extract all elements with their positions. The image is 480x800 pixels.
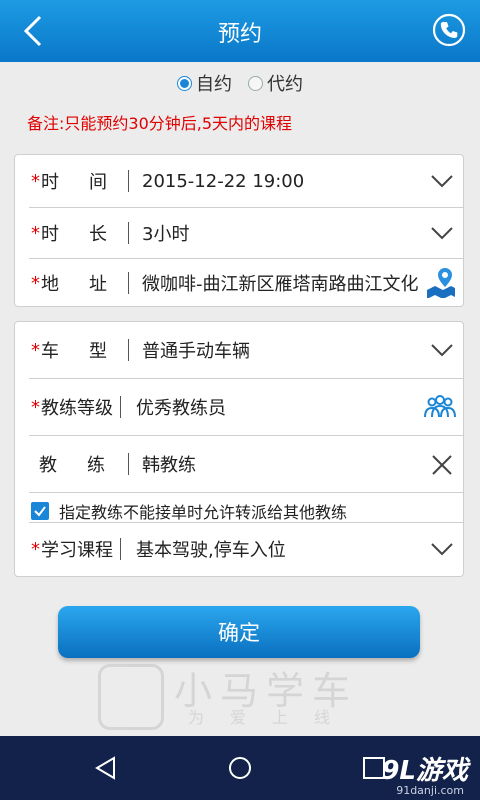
radio-self-booking[interactable]: 自约: [177, 70, 232, 96]
checkbox-checked-icon[interactable]: [31, 502, 49, 520]
course-value: 基本驾驶,停车入位: [136, 540, 286, 561]
required-mark: *: [31, 170, 40, 192]
transfer-checkbox-label: 指定教练不能接单时允许转派给其他教练: [59, 503, 348, 522]
site-brand: 9L游戏 91danji.com: [381, 750, 468, 797]
address-value: 微咖啡-曲江新区雁塔南路曲江文化: [142, 274, 419, 295]
car-type-value: 普通手动车辆: [142, 341, 250, 362]
confirm-button[interactable]: 确定: [58, 606, 420, 658]
field-separator: [128, 170, 129, 192]
brand-domain: 91danji.com: [396, 784, 464, 797]
coaches-icon[interactable]: [423, 395, 457, 419]
booking-note: 备注:只能预约30分钟后,5天内的课程: [27, 114, 293, 133]
chevron-down-icon[interactable]: [431, 343, 453, 357]
transfer-checkbox-row[interactable]: 指定教练不能接单时允许转派给其他教练: [31, 499, 347, 523]
field-separator: [128, 339, 129, 361]
app-header: 预约: [0, 0, 480, 62]
address-label: * 地 址: [31, 270, 107, 296]
time-row[interactable]: * 时 间 2015-12-22 19:00: [15, 155, 463, 207]
radio-proxy-booking[interactable]: 代约: [248, 70, 303, 96]
watermark-subtitle: 为爱上线: [188, 708, 357, 727]
nav-back-icon[interactable]: [92, 754, 120, 782]
field-separator: [128, 453, 129, 475]
radio-self-label: 自约: [196, 74, 232, 95]
label-char: 教: [39, 455, 57, 476]
radio-selected-icon: [177, 75, 192, 91]
coach-value: 韩教练: [142, 455, 196, 476]
duration-value: 3小时: [142, 224, 190, 245]
coach-row[interactable]: 教 练 韩教练: [15, 436, 463, 492]
coach-level-value: 优秀教练员: [136, 398, 226, 419]
coach-label: 教 练: [39, 451, 105, 477]
checkmark-icon: [34, 506, 46, 517]
label-char: 长: [89, 224, 107, 245]
required-mark: *: [31, 538, 40, 560]
radio-proxy-label: 代约: [267, 74, 303, 95]
required-mark: *: [31, 339, 40, 361]
chevron-down-icon[interactable]: [431, 226, 453, 240]
divider: [29, 492, 463, 493]
booking-type-group: 自约 代约: [0, 70, 480, 96]
label-char: 车: [41, 341, 59, 362]
duration-label: * 时 长: [31, 220, 107, 246]
label-char: 练: [87, 455, 105, 476]
radio-unselected-icon: [248, 75, 263, 91]
booking-details-card: * 时 间 2015-12-22 19:00 * 时 长 3小时 * 地 址 微…: [14, 154, 464, 307]
course-label: * 学习课程: [31, 536, 113, 562]
map-pin-icon[interactable]: [425, 268, 457, 298]
label-char: 址: [89, 274, 107, 295]
brand-name: 9L游戏: [381, 756, 468, 786]
field-separator: [128, 222, 129, 244]
label-char: 时: [41, 224, 59, 245]
field-separator: [120, 396, 121, 418]
coach-course-card: * 车 型 普通手动车辆 * 教练等级 优秀教练员 教 练 韩教练 指定教练不能…: [14, 321, 464, 577]
page-title: 预约: [217, 22, 262, 47]
time-label: * 时 间: [31, 168, 107, 194]
car-logo-icon: [98, 664, 164, 730]
nav-home-icon[interactable]: [226, 754, 254, 782]
address-row[interactable]: * 地 址 微咖啡-曲江新区雁塔南路曲江文化: [15, 259, 463, 307]
label-text: 学习课程: [41, 540, 113, 561]
field-separator: [120, 538, 121, 560]
required-mark: *: [31, 222, 40, 244]
time-value: 2015-12-22 19:00: [142, 170, 305, 192]
coach-level-label: * 教练等级: [31, 394, 113, 420]
app-watermark: 小马学车 为爱上线: [98, 658, 398, 734]
phone-button[interactable]: [432, 13, 466, 47]
course-row[interactable]: * 学习课程 基本驾驶,停车入位: [15, 523, 463, 575]
chevron-down-icon[interactable]: [431, 542, 453, 556]
phone-icon: [432, 13, 466, 47]
label-char: 地: [41, 274, 59, 295]
field-separator: [128, 272, 129, 294]
required-mark: *: [31, 272, 40, 294]
label-char: 时: [41, 172, 59, 193]
duration-row[interactable]: * 时 长 3小时: [15, 208, 463, 258]
car-type-label: * 车 型: [31, 337, 107, 363]
required-mark: *: [31, 396, 40, 418]
coach-level-row[interactable]: * 教练等级 优秀教练员: [15, 379, 463, 435]
close-icon[interactable]: [431, 454, 453, 476]
label-char: 型: [89, 341, 107, 362]
label-char: 间: [89, 172, 107, 193]
car-type-row[interactable]: * 车 型 普通手动车辆: [15, 322, 463, 378]
label-text: 教练等级: [41, 398, 113, 419]
chevron-down-icon[interactable]: [431, 174, 453, 188]
